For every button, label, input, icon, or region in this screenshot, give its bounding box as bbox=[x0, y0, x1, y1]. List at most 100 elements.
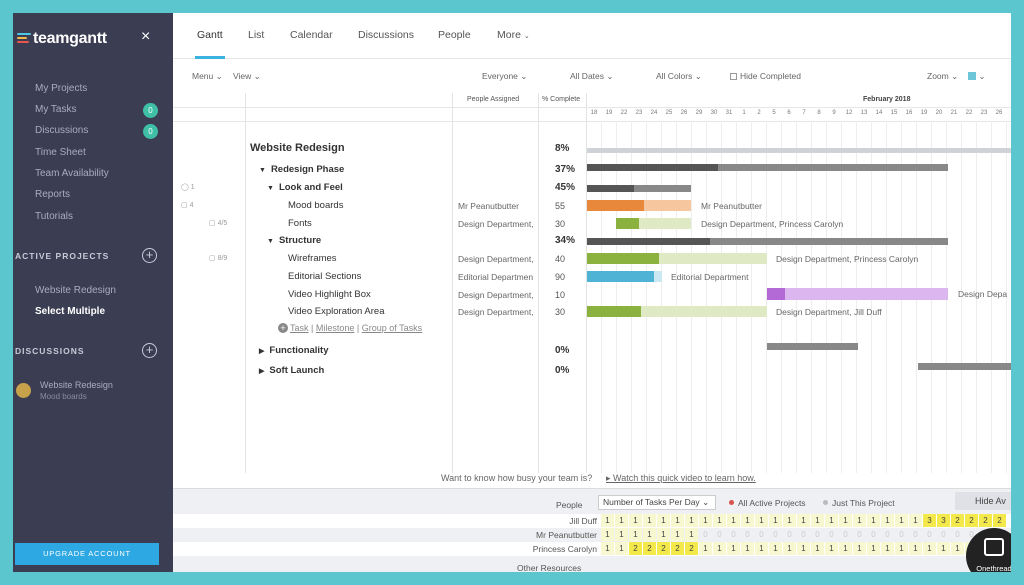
resource-metric-select[interactable]: Number of Tasks Per Day ⌄ bbox=[598, 495, 716, 510]
caret-right-icon[interactable]: ▶ bbox=[259, 348, 264, 355]
task-mood-boards[interactable]: Mood boards bbox=[288, 200, 343, 211]
sidebar-item-time-sheet[interactable]: Time Sheet bbox=[35, 147, 86, 158]
day-label: 29 bbox=[695, 110, 703, 116]
assigned-people[interactable]: Design Department, bbox=[458, 307, 534, 317]
workload-cell: 1 bbox=[825, 514, 838, 527]
add-task-link[interactable]: Task bbox=[290, 323, 309, 333]
progress-fill bbox=[616, 218, 639, 229]
sidebar-item-team-availability[interactable]: Team Availability bbox=[35, 168, 109, 179]
comment-icon[interactable]: ◯ 1 bbox=[181, 183, 195, 191]
task-bar-mood-boards[interactable] bbox=[587, 200, 691, 211]
add-milestone-link[interactable]: Milestone bbox=[316, 323, 355, 333]
workload-cell: 1 bbox=[909, 542, 922, 555]
radio-all-projects[interactable]: All Active Projects bbox=[729, 498, 806, 508]
day-label: 1 bbox=[742, 110, 746, 116]
assigned-people[interactable]: Design Department, bbox=[458, 290, 534, 300]
checklist-icon[interactable]: ▢ 8/9 bbox=[209, 254, 227, 262]
task-bar-video-exploration-area[interactable] bbox=[587, 306, 767, 317]
row-percent[interactable]: 90 bbox=[555, 272, 565, 282]
add-project-icon[interactable]: + bbox=[142, 248, 157, 263]
sidebar-item-reports[interactable]: Reports bbox=[35, 189, 70, 200]
hide-completed-toggle[interactable]: Hide Completed bbox=[730, 71, 801, 81]
assigned-people[interactable]: Editorial Departmen bbox=[458, 272, 533, 282]
group-structure[interactable]: ▼ Structure bbox=[267, 235, 321, 246]
structure-summary-bar[interactable] bbox=[587, 238, 948, 245]
row-percent[interactable]: 30 bbox=[555, 307, 565, 317]
row-percent[interactable]: 40 bbox=[555, 254, 565, 264]
row-percent: 34% bbox=[555, 235, 576, 246]
row-percent[interactable]: 30 bbox=[555, 219, 565, 229]
tab-gantt[interactable]: Gantt bbox=[197, 29, 223, 41]
task-editorial-sections[interactable]: Editorial Sections bbox=[288, 271, 361, 282]
tab-more[interactable]: More ⌄ bbox=[497, 29, 530, 41]
task-video-highlight-box[interactable]: Video Highlight Box bbox=[288, 289, 371, 300]
view-dropdown[interactable]: View ⌄ bbox=[233, 71, 261, 82]
group-look-and-feel[interactable]: ▼ Look and Feel bbox=[267, 182, 343, 193]
sidebar-item-tutorials[interactable]: Tutorials bbox=[35, 211, 73, 222]
day-label: 22 bbox=[620, 110, 628, 116]
project-select-multiple[interactable]: Select Multiple bbox=[35, 306, 105, 317]
sidebar-item-my-tasks[interactable]: My Tasks bbox=[35, 104, 77, 115]
dates-filter[interactable]: All Dates ⌄ bbox=[570, 71, 614, 82]
sidebar-item-discussions[interactable]: Discussions bbox=[35, 125, 88, 136]
checkbox-icon bbox=[730, 73, 737, 80]
sidebar-item-my-projects[interactable]: My Projects bbox=[35, 83, 87, 94]
percent-complete-header: % Complete bbox=[542, 96, 581, 103]
look-feel-summary-bar[interactable] bbox=[587, 185, 691, 192]
colors-filter[interactable]: All Colors ⌄ bbox=[656, 71, 702, 82]
caret-down-icon[interactable]: ▼ bbox=[267, 185, 274, 192]
tab-people[interactable]: People bbox=[438, 29, 471, 41]
assigned-people[interactable]: Mr Peanutbutter bbox=[458, 201, 519, 211]
task-fonts[interactable]: Fonts bbox=[288, 218, 312, 229]
project-summary-bar[interactable] bbox=[587, 148, 1011, 153]
workload-cell: 1 bbox=[615, 528, 628, 541]
group-soft-launch[interactable]: ▶ Soft Launch bbox=[259, 365, 324, 376]
menu-dropdown[interactable]: Menu ⌄ bbox=[192, 71, 223, 82]
group-functionality[interactable]: ▶ Functionality bbox=[259, 345, 329, 356]
row-percent[interactable]: 55 bbox=[555, 201, 565, 211]
tab-calendar[interactable]: Calendar bbox=[290, 29, 333, 41]
hide-availability-button[interactable]: Hide Av bbox=[955, 492, 1011, 510]
row-percent[interactable]: 10 bbox=[555, 290, 565, 300]
task-wireframes[interactable]: Wireframes bbox=[288, 253, 337, 264]
caret-right-icon[interactable]: ▶ bbox=[259, 368, 264, 375]
workload-cell: 1 bbox=[643, 528, 656, 541]
discussion-title[interactable]: Website Redesign bbox=[40, 380, 113, 390]
zoom-dropdown[interactable]: Zoom ⌄ bbox=[927, 71, 958, 82]
assigned-people[interactable]: Design Department, bbox=[458, 254, 534, 264]
phase-summary-bar[interactable] bbox=[587, 164, 948, 171]
add-discussion-icon[interactable]: + bbox=[142, 343, 157, 358]
task-bar-video-highlight-box[interactable] bbox=[767, 288, 948, 300]
everyone-filter[interactable]: Everyone ⌄ bbox=[482, 71, 527, 82]
color-picker[interactable]: ⌄ bbox=[968, 71, 986, 82]
checklist-icon[interactable]: ▢ 4/5 bbox=[209, 219, 227, 227]
add-group-link[interactable]: Group of Tasks bbox=[362, 323, 422, 333]
task-bar-fonts[interactable] bbox=[616, 218, 691, 229]
tab-discussions[interactable]: Discussions bbox=[358, 29, 414, 41]
workload-cell: 0 bbox=[941, 530, 946, 539]
day-label: 5 bbox=[772, 110, 776, 116]
group-redesign-phase[interactable]: ▼ Redesign Phase bbox=[259, 164, 344, 175]
workload-cell: 1 bbox=[769, 542, 782, 555]
project-title[interactable]: Website Redesign bbox=[250, 142, 345, 154]
tab-list[interactable]: List bbox=[248, 29, 264, 41]
bar-label: Design Department, Princess Carolyn bbox=[776, 254, 919, 264]
caret-down-icon[interactable]: ▼ bbox=[267, 238, 274, 245]
assigned-people[interactable]: Design Department, bbox=[458, 219, 534, 229]
checklist-icon[interactable]: ▢ 4 bbox=[181, 201, 193, 209]
help-video-link[interactable]: ▸ Watch this quick video to learn how. bbox=[606, 473, 756, 484]
add-circle-icon[interactable]: + bbox=[278, 323, 288, 333]
upgrade-account-button[interactable]: UPGRADE ACCOUNT bbox=[15, 543, 159, 565]
color-swatch-icon bbox=[968, 72, 976, 80]
task-bar-editorial-sections[interactable] bbox=[587, 271, 662, 282]
task-video-exploration-area[interactable]: Video Exploration Area bbox=[288, 306, 384, 317]
close-icon[interactable]: × bbox=[141, 28, 150, 46]
caret-down-icon[interactable]: ▼ bbox=[259, 167, 266, 174]
functionality-summary-bar[interactable] bbox=[767, 343, 858, 350]
radio-this-project[interactable]: Just This Project bbox=[823, 498, 895, 508]
teamgantt-logo[interactable]: teamgantt bbox=[17, 30, 107, 48]
soft-launch-summary-bar[interactable] bbox=[918, 363, 1011, 370]
project-website-redesign[interactable]: Website Redesign bbox=[35, 285, 116, 296]
task-bar-wireframes[interactable] bbox=[587, 253, 767, 264]
col-divider bbox=[538, 93, 539, 473]
